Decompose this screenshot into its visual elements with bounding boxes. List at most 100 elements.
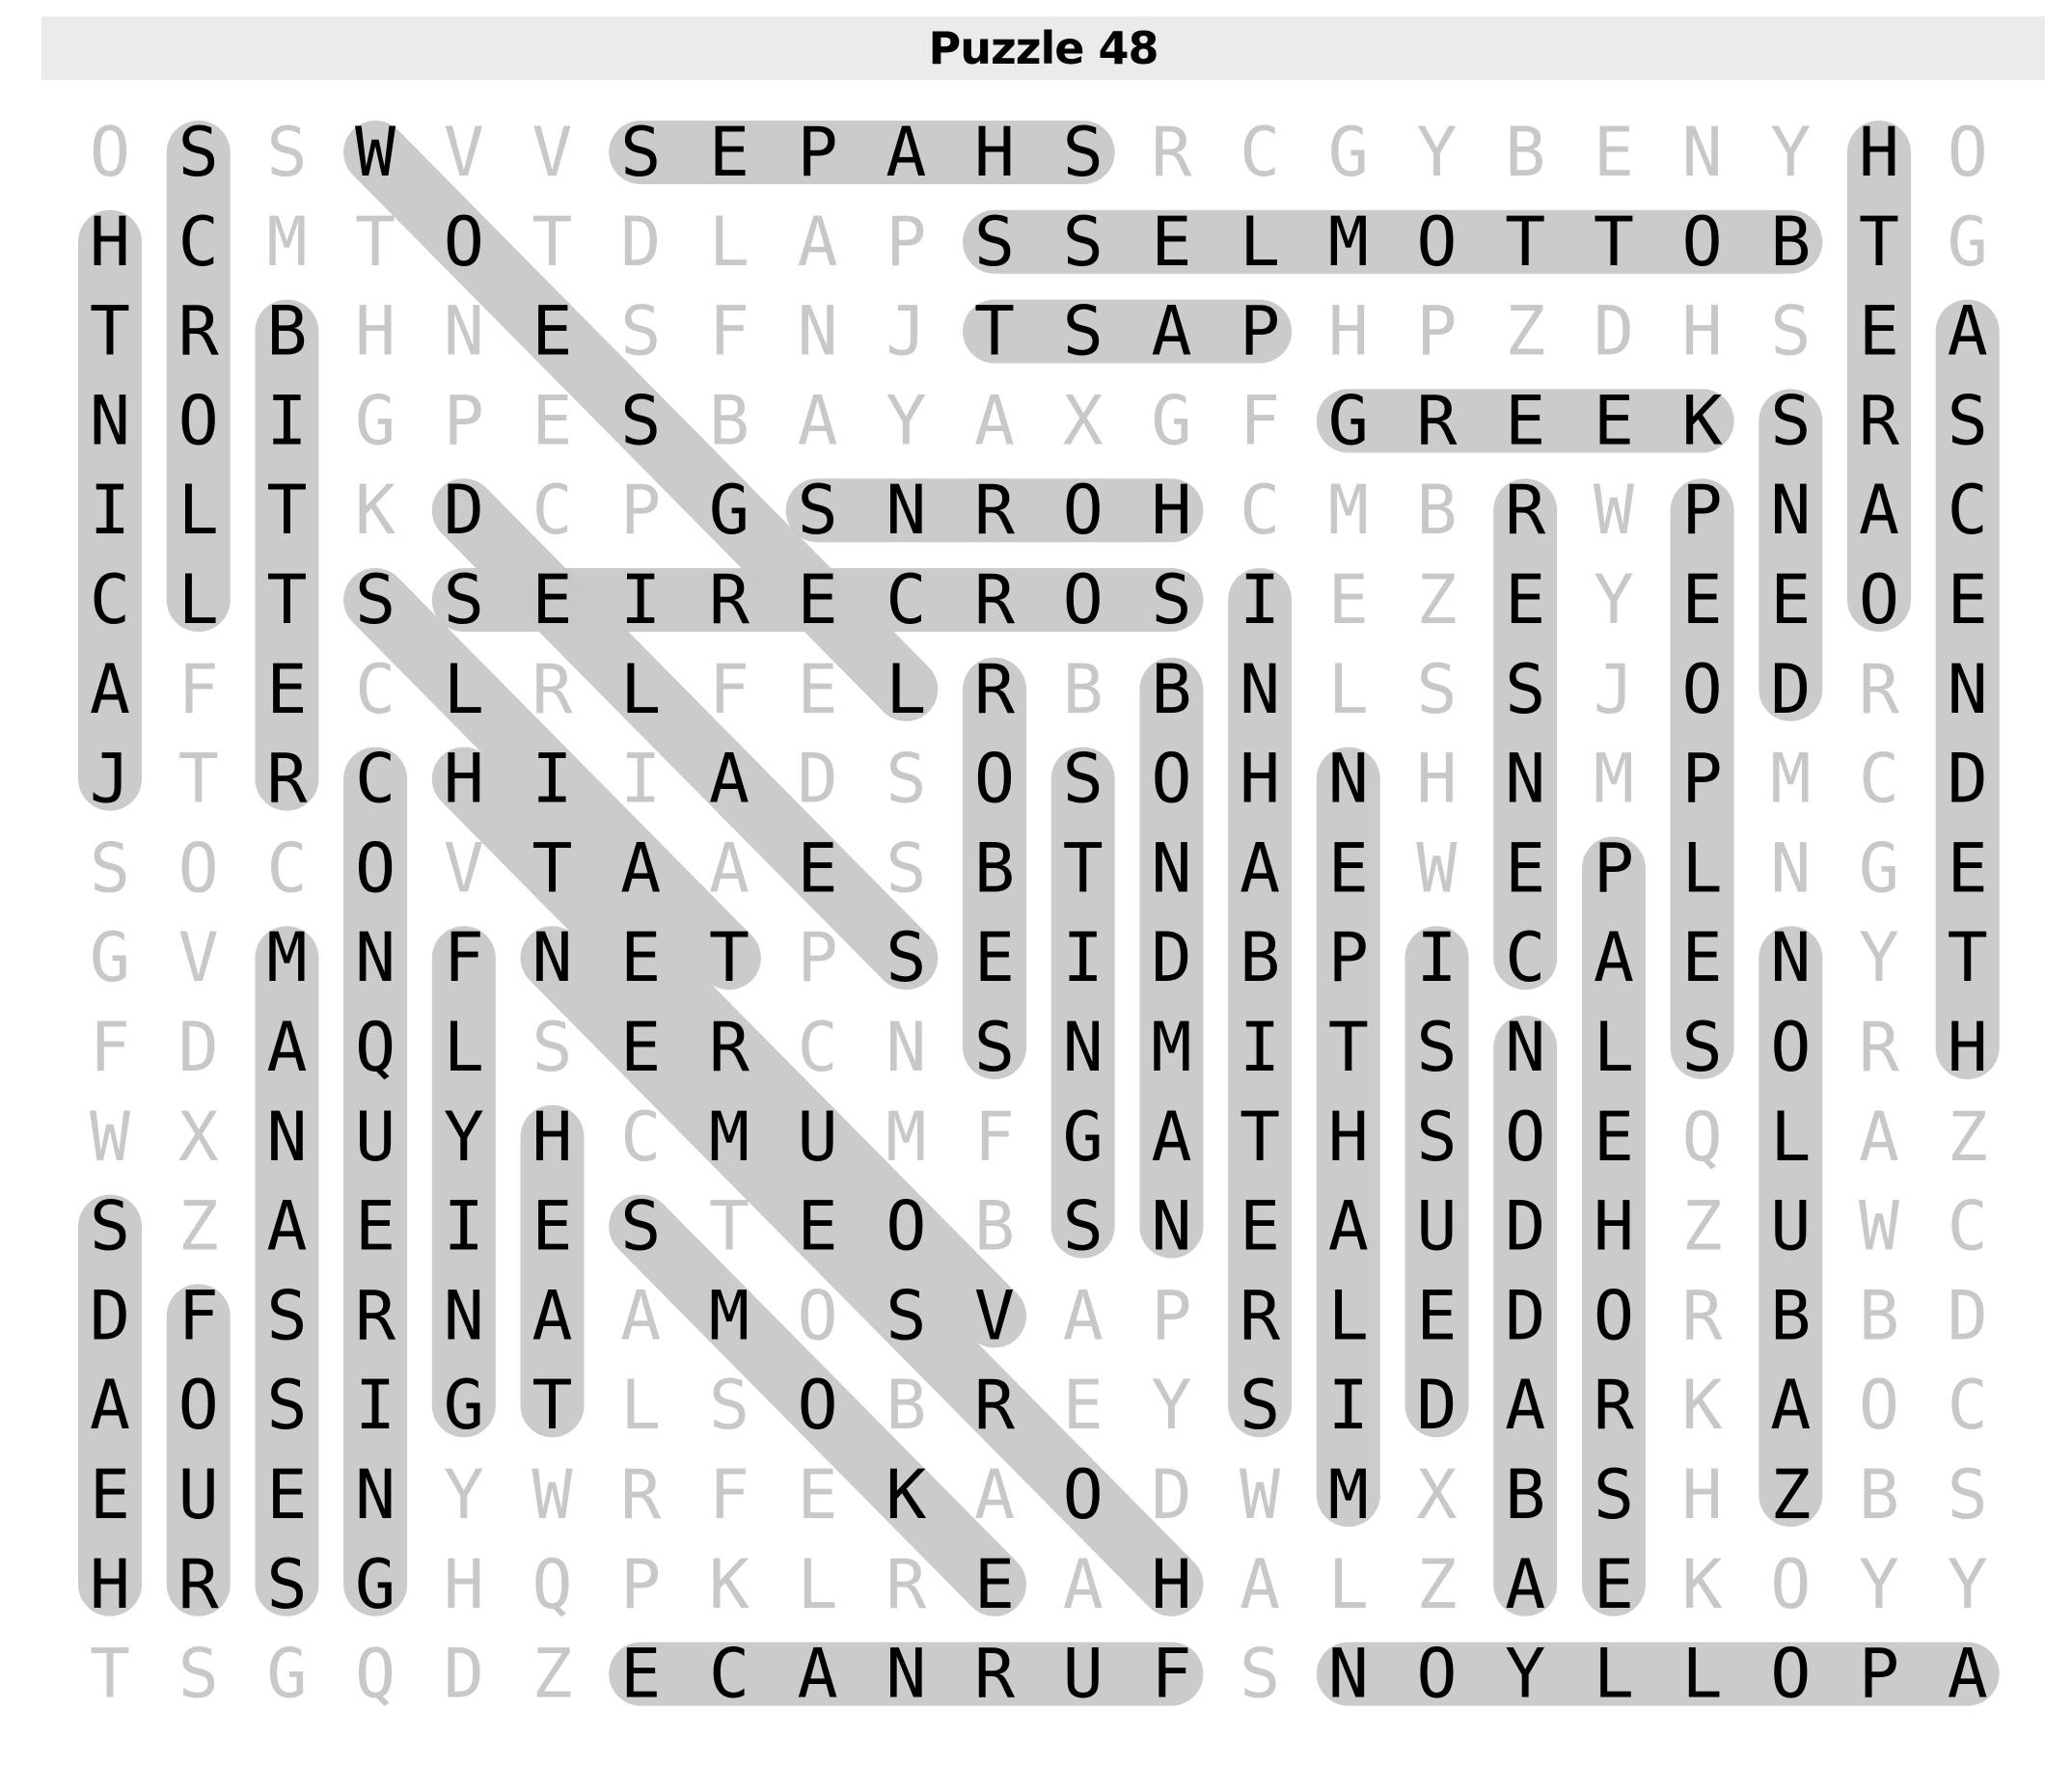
grid-cell-r2-c2[interactable]: B <box>266 292 307 371</box>
grid-cell-r7-c10[interactable]: O <box>974 740 1015 819</box>
grid-cell-r7-c6[interactable]: I <box>620 740 661 819</box>
grid-cell-r7-c8[interactable]: D <box>798 740 838 819</box>
grid-cell-r8-c21[interactable]: E <box>1948 828 1988 908</box>
grid-cell-r8-c13[interactable]: A <box>1240 828 1280 908</box>
grid-cell-r8-c12[interactable]: N <box>1151 828 1191 908</box>
grid-cell-r14-c1[interactable]: O <box>178 1366 219 1445</box>
grid-cell-r7-c5[interactable]: I <box>532 740 572 819</box>
grid-cell-r14-c0[interactable]: A <box>90 1366 130 1445</box>
grid-cell-r15-c6[interactable]: R <box>620 1455 662 1534</box>
grid-cell-r14-c4[interactable]: G <box>444 1366 484 1445</box>
grid-cell-r16-c20[interactable]: Y <box>1859 1545 1899 1624</box>
grid-cell-r1-c21[interactable]: G <box>1948 203 1988 282</box>
grid-cell-r11-c16[interactable]: O <box>1505 1098 1545 1177</box>
grid-cell-r16-c10[interactable]: E <box>974 1545 1015 1624</box>
grid-cell-r3-c12[interactable]: G <box>1151 381 1191 460</box>
grid-cell-r10-c0[interactable]: F <box>90 1008 130 1087</box>
grid-cell-r9-c16[interactable]: C <box>1505 918 1545 997</box>
grid-cell-r17-c21[interactable]: A <box>1948 1635 1988 1714</box>
grid-cell-r1-c4[interactable]: O <box>444 203 484 282</box>
grid-cell-r16-c11[interactable]: A <box>1063 1545 1104 1624</box>
grid-cell-r9-c11[interactable]: I <box>1063 918 1104 997</box>
grid-cell-r2-c15[interactable]: P <box>1416 292 1457 371</box>
grid-cell-r4-c14[interactable]: M <box>1328 471 1369 550</box>
grid-cell-r4-c8[interactable]: S <box>798 471 838 550</box>
grid-cell-r15-c20[interactable]: B <box>1859 1455 1899 1534</box>
grid-cell-r3-c18[interactable]: K <box>1682 381 1723 460</box>
grid-cell-r12-c0[interactable]: S <box>90 1187 130 1266</box>
grid-cell-r1-c9[interactable]: P <box>886 203 926 282</box>
grid-cell-r14-c10[interactable]: R <box>974 1366 1016 1445</box>
grid-cell-r12-c20[interactable]: W <box>1859 1187 1900 1266</box>
grid-cell-r15-c5[interactable]: W <box>532 1455 573 1534</box>
grid-cell-r3-c21[interactable]: S <box>1948 381 1988 460</box>
grid-cell-r7-c16[interactable]: N <box>1505 740 1545 819</box>
grid-cell-r15-c18[interactable]: H <box>1682 1455 1723 1534</box>
grid-cell-r16-c17[interactable]: E <box>1594 1545 1634 1624</box>
grid-cell-r12-c12[interactable]: N <box>1151 1187 1191 1266</box>
grid-cell-r12-c17[interactable]: H <box>1594 1187 1634 1266</box>
grid-cell-r10-c20[interactable]: R <box>1859 1008 1900 1087</box>
grid-cell-r3-c13[interactable]: F <box>1240 381 1280 460</box>
grid-cell-r2-c7[interactable]: F <box>709 292 750 371</box>
grid-cell-r4-c7[interactable]: G <box>709 471 750 550</box>
grid-cell-r6-c2[interactable]: E <box>266 650 307 729</box>
grid-cell-r15-c3[interactable]: N <box>355 1455 395 1534</box>
grid-cell-r5-c18[interactable]: E <box>1682 560 1723 639</box>
grid-cell-r8-c17[interactable]: P <box>1594 828 1634 908</box>
grid-cell-r16-c4[interactable]: H <box>444 1545 484 1624</box>
grid-cell-r11-c18[interactable]: Q <box>1682 1098 1723 1177</box>
grid-cell-r17-c6[interactable]: E <box>620 1635 661 1714</box>
grid-cell-r11-c4[interactable]: Y <box>444 1098 484 1177</box>
grid-cell-r7-c21[interactable]: D <box>1948 740 1988 819</box>
grid-cell-r4-c0[interactable]: I <box>90 471 130 550</box>
grid-cell-r4-c21[interactable]: C <box>1948 471 1988 550</box>
grid-cell-r7-c18[interactable]: P <box>1682 740 1723 819</box>
grid-cell-r13-c7[interactable]: M <box>709 1276 750 1355</box>
grid-cell-r5-c2[interactable]: T <box>266 560 307 639</box>
grid-cell-r1-c7[interactable]: L <box>709 203 750 282</box>
grid-cell-r5-c17[interactable]: Y <box>1594 560 1634 639</box>
grid-cell-r12-c1[interactable]: Z <box>178 1187 219 1266</box>
grid-cell-r8-c1[interactable]: O <box>178 828 219 908</box>
grid-cell-r5-c8[interactable]: E <box>798 560 838 639</box>
grid-cell-r9-c6[interactable]: E <box>620 918 661 997</box>
grid-cell-r13-c14[interactable]: L <box>1328 1276 1369 1355</box>
grid-cell-r3-c7[interactable]: B <box>709 381 750 460</box>
grid-cell-r9-c3[interactable]: N <box>355 918 395 997</box>
grid-cell-r12-c19[interactable]: U <box>1770 1187 1811 1266</box>
grid-cell-r14-c14[interactable]: I <box>1328 1366 1369 1445</box>
grid-cell-r7-c17[interactable]: M <box>1594 740 1634 819</box>
grid-cell-r2-c17[interactable]: D <box>1594 292 1634 371</box>
grid-cell-r3-c5[interactable]: E <box>532 381 572 460</box>
grid-cell-r17-c13[interactable]: S <box>1240 1635 1280 1714</box>
grid-cell-r11-c9[interactable]: M <box>886 1098 926 1177</box>
grid-cell-r10-c3[interactable]: Q <box>355 1008 395 1087</box>
grid-cell-r9-c9[interactable]: S <box>886 918 926 997</box>
grid-cell-r0-c1[interactable]: S <box>178 113 219 192</box>
grid-cell-r1-c12[interactable]: E <box>1151 203 1191 282</box>
grid-cell-r6-c1[interactable]: F <box>178 650 219 729</box>
grid-cell-r17-c4[interactable]: D <box>444 1635 484 1714</box>
grid-cell-r7-c2[interactable]: R <box>266 740 308 819</box>
grid-cell-r6-c12[interactable]: B <box>1151 650 1191 729</box>
grid-cell-r5-c14[interactable]: E <box>1328 560 1369 639</box>
grid-cell-r4-c18[interactable]: P <box>1682 471 1723 550</box>
grid-cell-r4-c6[interactable]: P <box>620 471 661 550</box>
grid-cell-r5-c10[interactable]: R <box>974 560 1016 639</box>
grid-cell-r9-c2[interactable]: M <box>266 918 307 997</box>
grid-cell-r11-c1[interactable]: X <box>178 1098 219 1177</box>
grid-cell-r6-c19[interactable]: D <box>1770 650 1811 729</box>
grid-cell-r13-c17[interactable]: O <box>1594 1276 1634 1355</box>
grid-cell-r15-c1[interactable]: U <box>178 1455 219 1534</box>
grid-cell-r6-c3[interactable]: C <box>355 650 395 729</box>
grid-cell-r12-c3[interactable]: E <box>355 1187 395 1266</box>
grid-cell-r16-c9[interactable]: R <box>886 1545 927 1624</box>
grid-cell-r3-c14[interactable]: G <box>1328 381 1369 460</box>
grid-cell-r16-c6[interactable]: P <box>620 1545 661 1624</box>
grid-cell-r9-c5[interactable]: N <box>532 918 572 997</box>
grid-cell-r16-c13[interactable]: A <box>1240 1545 1280 1624</box>
grid-cell-r5-c3[interactable]: S <box>355 560 395 639</box>
grid-cell-r11-c8[interactable]: U <box>798 1098 838 1177</box>
grid-cell-r6-c0[interactable]: A <box>90 650 130 729</box>
